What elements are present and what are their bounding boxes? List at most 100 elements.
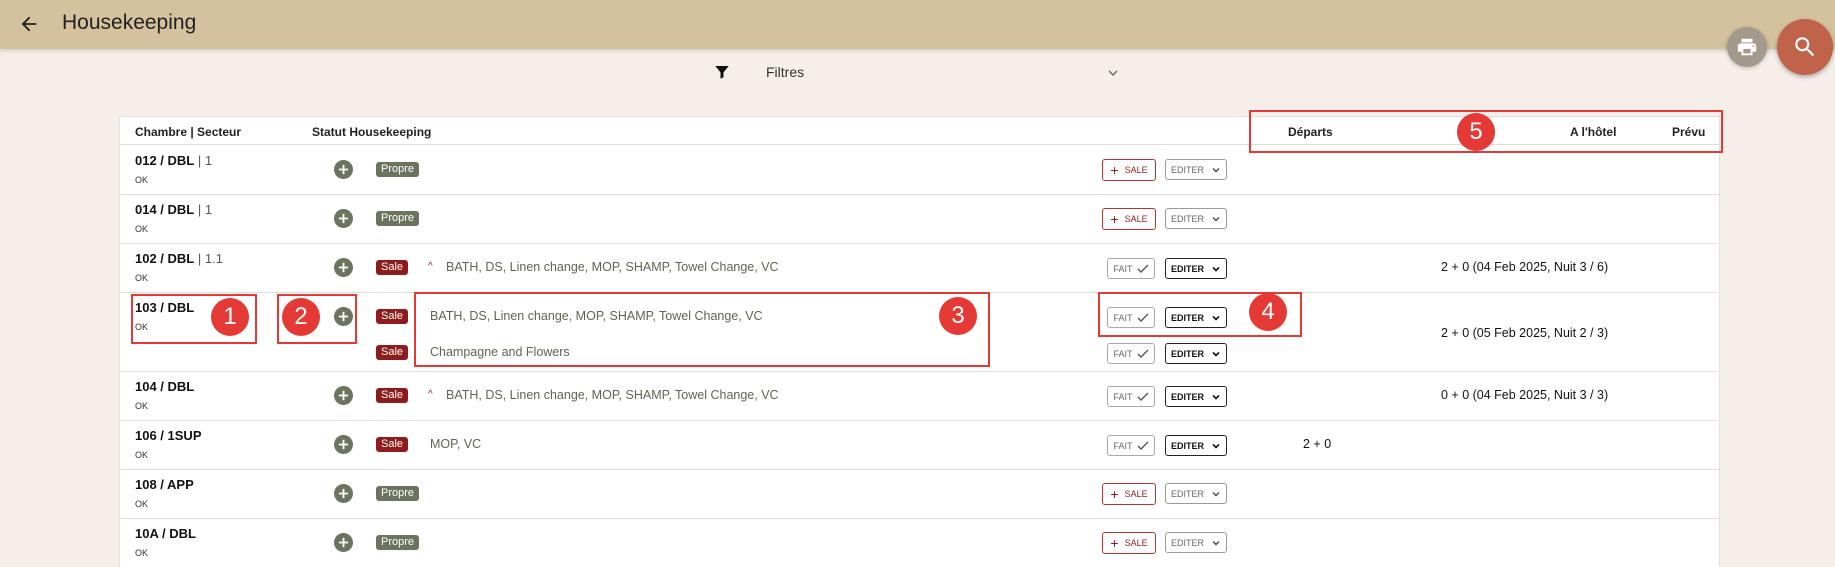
- edit-dropdown[interactable]: EDITER: [1165, 435, 1227, 456]
- chevron-down-icon: [1212, 394, 1220, 400]
- chevron-down-icon: [1212, 540, 1220, 545]
- mark-dirty-button[interactable]: + SALE: [1102, 483, 1156, 505]
- edit-dropdown[interactable]: EDITER: [1165, 208, 1227, 229]
- status-badge: Sale: [376, 437, 409, 452]
- chevron-down-icon: [1212, 351, 1220, 357]
- add-task-button[interactable]: [334, 533, 353, 552]
- table-row: 104 / DBL OK Sale ^ BATH, DS, Linen chan…: [120, 372, 1719, 421]
- top-app-bar: Housekeeping: [0, 0, 1835, 49]
- annotation-number: 3: [939, 297, 977, 335]
- sector-separator: |: [194, 153, 205, 168]
- room-status: OK: [135, 499, 149, 509]
- plus-icon: [338, 164, 349, 175]
- back-button[interactable]: [16, 11, 42, 37]
- filters-dropdown[interactable]: Filtres: [713, 61, 1128, 83]
- done-label: FAIT: [1113, 391, 1133, 402]
- arrow-left-icon: [21, 16, 37, 32]
- room-sector: 1: [204, 153, 213, 168]
- edit-label: EDITER: [1171, 440, 1205, 451]
- filter-icon: [715, 66, 729, 79]
- status-badge: Sale: [376, 388, 409, 403]
- room-number[interactable]: 106 / 1SUP: [135, 428, 202, 443]
- plus-icon: [338, 262, 349, 273]
- room-number[interactable]: 10A / DBL: [135, 526, 196, 541]
- done-label: FAIT: [1113, 348, 1133, 359]
- edit-dropdown[interactable]: EDITER: [1165, 386, 1227, 407]
- mark-dirty-button[interactable]: + SALE: [1102, 159, 1156, 181]
- print-icon: [1737, 38, 1757, 56]
- add-task-button[interactable]: [334, 484, 353, 503]
- add-task-button[interactable]: [334, 386, 353, 405]
- at-hotel-value: 2 + 0 (05 Feb 2025, Nuit 2 / 3): [1441, 326, 1609, 340]
- room-number[interactable]: 104 / DBL: [135, 379, 194, 394]
- collapse-icon[interactable]: ^: [428, 389, 433, 400]
- room-number[interactable]: 012 / DBL: [135, 153, 194, 168]
- plus-icon: [338, 390, 349, 401]
- edit-label: EDITER: [1171, 537, 1205, 548]
- search-icon: [1795, 37, 1815, 57]
- add-task-button[interactable]: [334, 435, 353, 454]
- at-hotel-value: 2 + 0 (04 Feb 2025, Nuit 3 / 6): [1441, 260, 1609, 274]
- status-badge: Propre: [376, 486, 420, 501]
- plus-icon: [338, 213, 349, 224]
- chevron-down-icon: [1212, 443, 1220, 449]
- plus-icon: +: [1110, 486, 1119, 502]
- task-list: BATH, DS, Linen change, MOP, SHAMP, Towe…: [446, 260, 779, 274]
- edit-label: EDITER: [1171, 391, 1205, 402]
- sector-separator: |: [194, 202, 205, 217]
- done-button[interactable]: FAIT: [1107, 435, 1155, 456]
- annotation-number: 1: [211, 298, 249, 336]
- mark-dirty-label: SALE: [1124, 165, 1148, 175]
- room-number[interactable]: 108 / APP: [135, 477, 194, 492]
- column-status: Statut Housekeeping: [312, 125, 432, 139]
- plus-icon: [338, 488, 349, 499]
- room-number[interactable]: 102 / DBL: [135, 251, 194, 266]
- task-list: BATH, DS, Linen change, MOP, SHAMP, Towe…: [446, 388, 779, 402]
- sector-separator: |: [194, 251, 205, 266]
- edit-dropdown[interactable]: EDITER: [1165, 258, 1227, 279]
- check-icon: [1137, 392, 1148, 401]
- plus-icon: [338, 439, 349, 450]
- add-task-button[interactable]: [334, 209, 353, 228]
- annotation-number: 5: [1457, 113, 1495, 151]
- edit-label: EDITER: [1171, 164, 1205, 175]
- table-row: 014 / DBL | 1 OK Propre + SALE EDITER: [120, 195, 1719, 244]
- at-hotel-value: 0 + 0 (04 Feb 2025, Nuit 3 / 3): [1441, 388, 1609, 402]
- mark-dirty-button[interactable]: + SALE: [1102, 208, 1156, 230]
- done-button[interactable]: FAIT: [1107, 386, 1155, 407]
- add-task-button[interactable]: [334, 160, 353, 179]
- check-icon: [1137, 264, 1148, 273]
- search-button[interactable]: [1777, 19, 1833, 75]
- chevron-down-icon: [1212, 167, 1220, 172]
- table-row: 102 / DBL | 1.1 OK Sale ^ BATH, DS, Line…: [120, 244, 1719, 293]
- room-number[interactable]: 014 / DBL: [135, 202, 194, 217]
- add-task-button[interactable]: [334, 258, 353, 277]
- annotation-box-tasks: [414, 292, 990, 367]
- check-icon: [1137, 349, 1148, 358]
- done-button[interactable]: FAIT: [1107, 258, 1155, 279]
- status-badge: Sale: [376, 345, 409, 360]
- mark-dirty-label: SALE: [1124, 489, 1148, 499]
- room-status: OK: [135, 401, 149, 411]
- edit-dropdown[interactable]: EDITER: [1165, 343, 1227, 364]
- room-status: OK: [135, 450, 149, 460]
- room-status: OK: [135, 175, 149, 185]
- task-list: MOP, VC: [430, 437, 482, 451]
- mark-dirty-button[interactable]: + SALE: [1102, 532, 1156, 554]
- filters-label: Filtres: [766, 64, 805, 80]
- edit-dropdown[interactable]: EDITER: [1165, 159, 1227, 180]
- edit-dropdown[interactable]: EDITER: [1165, 483, 1227, 504]
- chevron-down-icon: [1212, 491, 1220, 496]
- table-row: 106 / 1SUP OK Sale MOP, VC FAIT EDITER 2…: [120, 421, 1719, 470]
- table-row: 012 / DBL | 1 OK Propre + SALE EDITER: [120, 146, 1719, 195]
- edit-dropdown[interactable]: EDITER: [1165, 532, 1227, 553]
- check-icon: [1137, 441, 1148, 450]
- chevron-down-icon: [1108, 70, 1118, 76]
- collapse-icon[interactable]: ^: [428, 261, 433, 272]
- done-button[interactable]: FAIT: [1107, 343, 1155, 364]
- done-label: FAIT: [1113, 263, 1133, 274]
- done-label: FAIT: [1113, 440, 1133, 451]
- print-button[interactable]: [1727, 27, 1767, 67]
- edit-label: EDITER: [1171, 488, 1205, 499]
- room-status: OK: [135, 224, 149, 234]
